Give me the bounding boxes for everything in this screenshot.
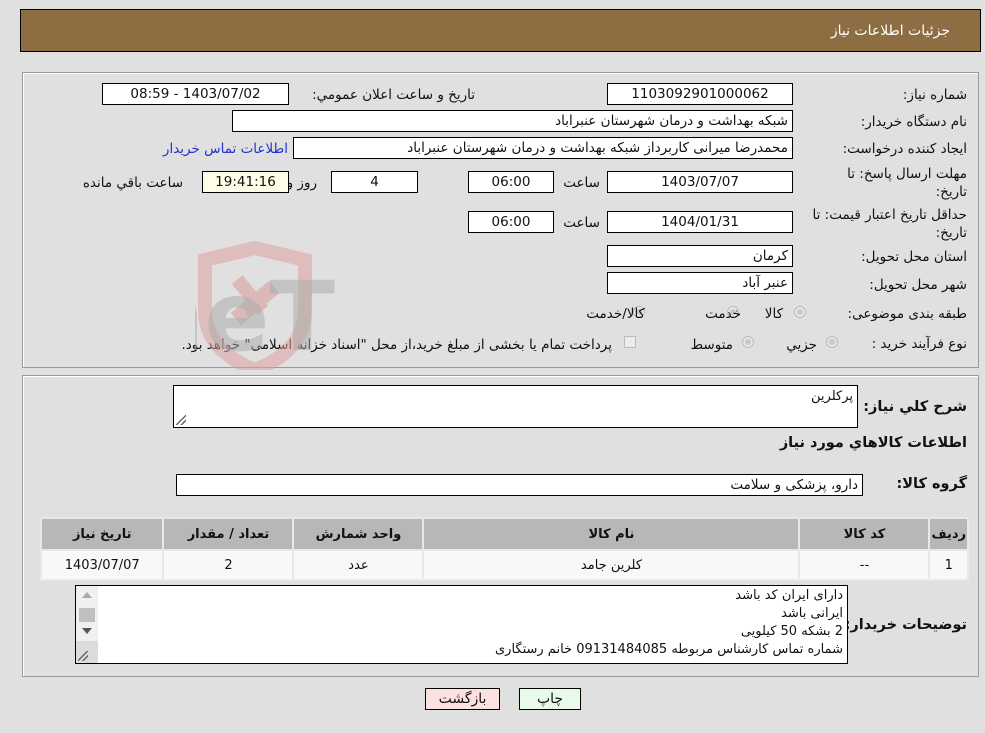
print-button[interactable]: چاپ [519,688,581,710]
treasury-checkbox[interactable] [624,336,636,348]
buyer-note-line: دارای ایران کد باشد [735,588,843,603]
col-header-row-number: رديف [928,517,969,551]
scroll-thumb[interactable] [79,608,95,622]
city-label: شهر محل تحويل: [869,277,967,293]
resize-grip-icon[interactable] [176,415,186,425]
cell-quantity: 2 [162,549,295,581]
deadline-label: مهلت ارسال پاسخ: تا تاريخ: [847,166,967,200]
scroll-corner [76,641,98,663]
cell-row-number: 1 [928,549,969,581]
category-option-service: خدمت [705,306,741,322]
announce-datetime-field[interactable]: 1403/07/02 - 08:59 [102,83,289,105]
goods-group-field[interactable]: دارو، پزشکی و سلامت [176,474,863,496]
announce-label: تاريخ و ساعت اعلان عمومي: [312,87,475,103]
deadline-hour-label: ساعت [563,175,600,191]
price-validity-date-field[interactable]: 1404/01/31 [607,211,793,233]
process-radio-medium[interactable] [742,336,754,348]
category-option-goods-service: كالا/خدمت [586,306,645,322]
goods-table: رديف كد كالا نام كالا واحد شمارش تعداد /… [39,517,969,581]
process-option-medium: متوسط [690,337,733,353]
col-header-unit: واحد شمارش [292,517,425,551]
treasury-note: پرداخت تمام يا بخشی از مبلغ خريد،از محل … [181,337,612,353]
buyer-org-field[interactable]: شبکه بهداشت و درمان شهرستان عنبراباد [232,110,793,132]
col-header-goods-name: نام كالا [422,517,801,551]
price-validity-time-field[interactable]: 06:00 [468,211,554,233]
description-textarea[interactable]: پرکلرین [173,385,858,428]
goods-table-header-row: رديف كد كالا نام كالا واحد شمارش تعداد /… [39,517,969,551]
buyer-contact-link[interactable]: اطلاعات تماس خريدار [163,141,288,157]
need-number-label: شماره نیاز: [902,87,967,103]
province-label: استان محل تحويل: [861,249,967,265]
price-validity-hour-label: ساعت [563,215,600,231]
back-button[interactable]: بازگشت [425,688,500,710]
process-label: نوع فرآيند خريد : [871,336,967,352]
scroll-up-arrow-icon[interactable] [82,592,92,598]
table-row: 1 -- کلرین جامد عدد 2 1403/07/07 [39,549,969,581]
city-field[interactable]: عنبر آباد [607,272,793,294]
buyer-notes-textarea[interactable]: دارای ایران کد باشد ایرانی باشد 2 بشکه 5… [75,585,848,664]
scroll-down-arrow-icon[interactable] [82,628,92,634]
days-and-label: روز و [286,175,317,191]
col-header-goods-code: كد كالا [798,517,931,551]
col-header-need-date: تاريخ نياز [39,517,165,551]
creator-label: ايجاد کننده درخواست: [842,141,967,157]
process-radio-minor[interactable] [826,336,838,348]
page-header: جزئیات اطلاعات نیاز [20,9,981,52]
resize-grip-icon[interactable] [78,651,88,661]
cell-need-date: 1403/07/07 [39,549,165,581]
goods-group-label: گروه كالا: [896,476,967,492]
price-validity-label: حداقل تاريخ اعتبار قيمت: تا تاريخ: [812,207,967,241]
page-title: جزئیات اطلاعات نیاز [830,23,950,39]
process-option-minor: جزيي [786,337,817,353]
buyer-note-line: شماره تماس کارشناس مربوطه 09131484085 خا… [494,642,843,657]
creator-field[interactable]: محمدرضا میرانی کاربرداز شبکه بهداشت و در… [293,137,793,159]
cell-goods-code: -- [798,549,931,581]
days-remaining-field[interactable]: 4 [331,171,418,193]
buyer-note-line: ایرانی باشد [781,606,843,621]
remaining-label: ساعت باقي مانده [82,175,183,191]
province-field[interactable]: كرمان [607,245,793,267]
need-number-field[interactable]: 1103092901000062 [607,83,793,105]
description-text: پرکلرین [811,389,853,404]
category-option-goods: كالا [764,306,783,322]
cell-goods-name: کلرین جامد [422,549,801,581]
buyer-org-label: نام دستگاه خريدار: [860,114,967,130]
buyer-notes-scrollbar[interactable] [76,586,98,663]
deadline-time-field[interactable]: 06:00 [468,171,554,193]
col-header-quantity: تعداد / مقدار [162,517,295,551]
cell-unit: عدد [292,549,425,581]
category-radio-goods[interactable] [794,306,806,318]
description-label: شرح كلي نياز: [863,399,967,415]
buyer-note-line: 2 بشکه 50 کیلویی [740,624,843,639]
buyer-notes-label: توضيحات خريدار: [844,617,967,633]
time-remaining-field: 19:41:16 [202,171,289,193]
goods-section-title: اطلاعات كالاهاي مورد نياز [779,435,967,451]
deadline-date-field[interactable]: 1403/07/07 [607,171,793,193]
category-label: طبقه بندی موضوعی: [847,306,967,322]
